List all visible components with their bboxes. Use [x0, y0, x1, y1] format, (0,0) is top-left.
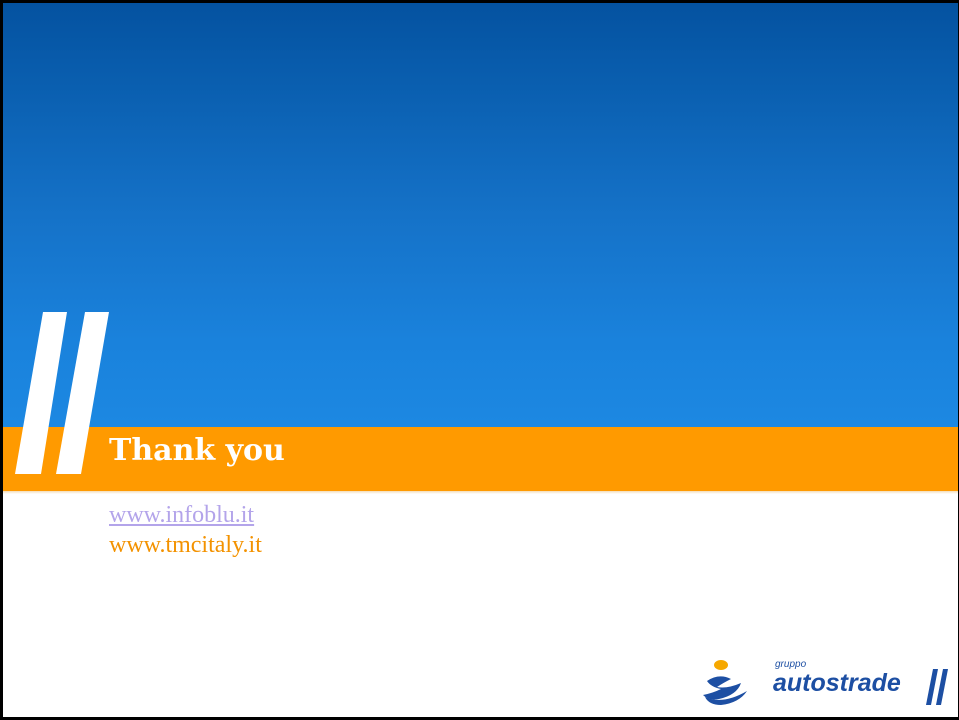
autostrade-logo: gruppo autostrade [697, 653, 957, 713]
autostrade-runner-icon [703, 660, 747, 705]
slide: Thank you www.infoblu.it www.tmcitaly.it… [3, 3, 958, 717]
slide-title: Thank you [109, 433, 285, 468]
sky-background [3, 3, 958, 427]
band-shadow [3, 491, 958, 494]
tmcitaly-link[interactable]: www.tmcitaly.it [109, 530, 262, 560]
logo-brand-text: autostrade [773, 669, 901, 697]
double-slash-icon [15, 312, 109, 474]
infoblu-link[interactable]: www.infoblu.it [109, 500, 262, 530]
links-list: www.infoblu.it www.tmcitaly.it [109, 500, 262, 560]
logo-slash-icon [926, 669, 948, 705]
